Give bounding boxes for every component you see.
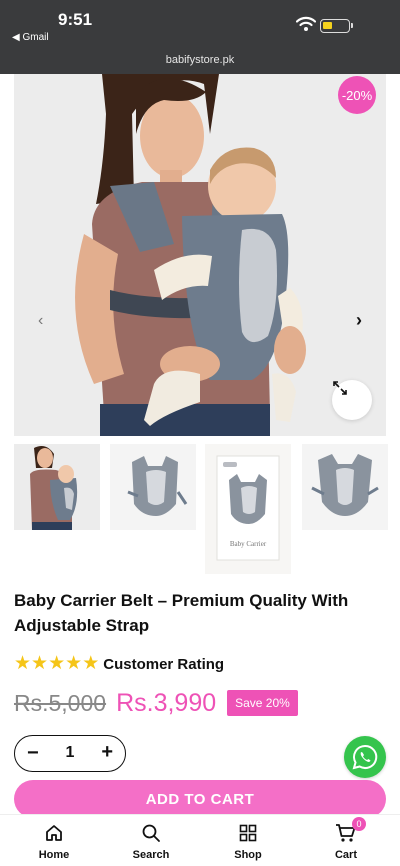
save-badge: Save 20% (227, 690, 298, 716)
expand-icon[interactable] (332, 380, 372, 420)
old-price: Rs.5,000 (14, 689, 107, 716)
chevron-right-icon[interactable]: › (356, 310, 362, 331)
home-icon (46, 825, 62, 841)
price-row: Rs.5,000 Rs.3,990 Save 20% (14, 688, 298, 718)
thumbnail-strip: Baby Carrier (14, 444, 388, 574)
nav-shop[interactable]: Shop (208, 823, 288, 861)
cart-count-badge: 0 (352, 817, 366, 831)
rating-stars: ★ ★ ★ ★ ★ (14, 654, 99, 674)
chevron-left-icon[interactable]: ‹ (38, 312, 43, 330)
quantity-stepper: − 1 + (14, 735, 126, 772)
nav-cart[interactable]: 0 Cart (306, 817, 386, 861)
wifi-icon (296, 16, 316, 31)
status-time: 9:51 (58, 10, 93, 29)
quantity-increase-button[interactable]: + (101, 741, 113, 764)
nav-search-label: Search (132, 849, 170, 861)
battery-icon (320, 19, 353, 33)
address-bar-url[interactable]: babifystore.pk (0, 54, 400, 66)
search-icon (142, 824, 160, 842)
sale-price: Rs.3,990 (116, 688, 217, 717)
whatsapp-icon[interactable] (344, 736, 386, 778)
thumbnail-3[interactable]: Baby Carrier (205, 444, 291, 574)
back-to-gmail-link[interactable]: ◀ Gmail (12, 32, 49, 43)
rating-label: Customer Rating (103, 655, 225, 673)
star-icon: ★ (48, 653, 66, 674)
discount-badge: -20% (338, 76, 376, 114)
thumbnail-1[interactable] (14, 444, 100, 530)
product-title: Baby Carrier Belt – Premium Quality With… (14, 591, 349, 635)
nav-cart-label: Cart (334, 849, 357, 861)
thumbnail-2[interactable] (110, 444, 196, 530)
nav-home-label: Home (38, 849, 70, 861)
nav-shop-label: Shop (234, 849, 262, 861)
star-icon: ★ (31, 653, 49, 674)
star-icon: ★ (65, 653, 83, 674)
baby-carrier-photo (14, 74, 386, 436)
grid-icon (239, 824, 257, 842)
add-to-cart-button[interactable]: ADD TO CART (14, 780, 386, 818)
nav-search[interactable]: Search (111, 823, 191, 861)
customer-rating: ★ ★ ★ ★ ★ Customer Rating (14, 653, 224, 675)
nav-home[interactable]: Home (14, 823, 94, 861)
star-icon: ★ (14, 653, 32, 674)
thumbnail-4[interactable] (302, 444, 388, 530)
status-bar: 9:51 ◀ Gmail babifystore.pk (0, 0, 400, 74)
product-image-main[interactable]: -20% ‹ › (14, 74, 386, 436)
bottom-nav: Home Search Shop 0 Cart (0, 814, 400, 866)
star-icon: ★ (82, 653, 100, 674)
thumbnail-box-text: Baby Carrier (230, 540, 267, 548)
